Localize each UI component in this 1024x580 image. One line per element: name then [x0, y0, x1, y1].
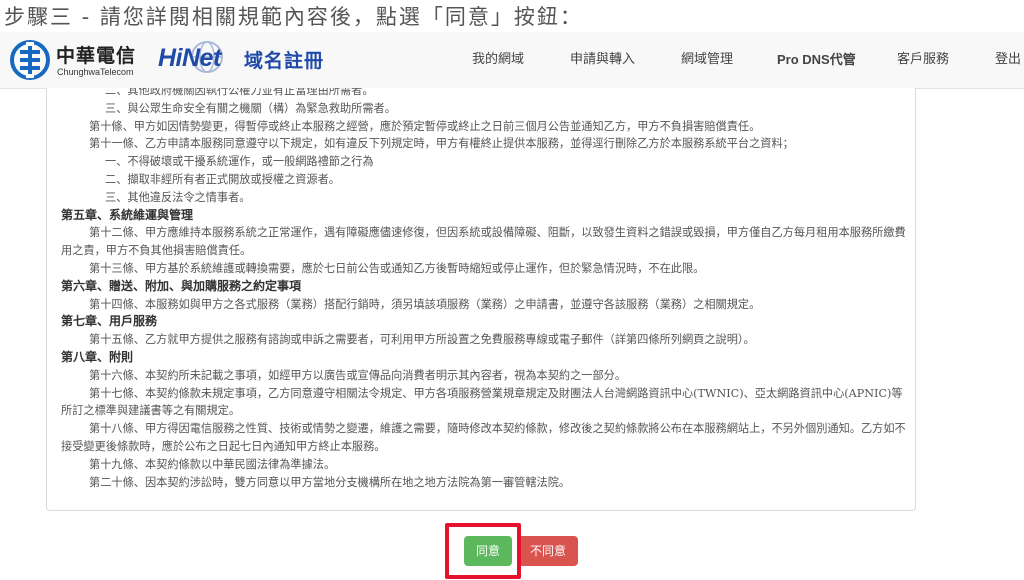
terms-line: 一、不得破壞或干擾系統運作，或一般網路禮節之行為	[105, 155, 374, 169]
terms-line: 二、擷取非經所有者正式開放或授權之資源者。	[105, 172, 340, 186]
terms-content: 二、其他政府機關因執行公權力並有正當理由所需者。 三、與公眾生命安全有關之機關（…	[61, 88, 906, 491]
chapter-heading: 第七章、用戶服務	[61, 314, 158, 329]
nav-my-domains[interactable]: 我的網域	[472, 32, 524, 88]
terms-line: 三、與公眾生命安全有關之機關（構）為緊急救助所需者。	[105, 101, 396, 115]
service-name: 域名註冊	[244, 50, 325, 72]
terms-line: 第十五條、乙方就甲方提供之服務有諮詢或申訴之需要者，可利用甲方所設置之免費服務專…	[89, 333, 755, 347]
terms-panel[interactable]: 二、其他政府機關因執行公權力並有正當理由所需者。 三、與公眾生命安全有關之機關（…	[46, 88, 916, 511]
chunghwa-en-name: ChunghwaTelecom	[57, 67, 134, 77]
nav-pro-dns[interactable]: Pro DNS代管	[777, 32, 856, 88]
agree-highlight-box	[445, 523, 521, 579]
step-instruction: 步驟三 - 請您詳閱相關規範內容後，點選「同意」按鈕：	[4, 5, 583, 29]
terms-line: 第十條、甲方如因情勢變更，得暫停或終止本服務之經營，應於預定暫停或終止之日前三個…	[89, 119, 761, 133]
chapter-heading: 第五章、系統維運與管理	[61, 207, 194, 222]
chunghwa-telecom-mark-icon	[10, 40, 50, 80]
terms-line: 第十三條、甲方基於系統維護或轉換需要，應於七日前公告或通知乙方後暫時縮短或停止運…	[89, 261, 705, 275]
terms-line: 第十一條、乙方申請本服務同意遵守以下規定，如有違反下列規定時，甲方有權終止提供本…	[89, 137, 794, 151]
top-navbar: 中華電信 ChunghwaTelecom HiNet 域名註冊 我的網域 申請與…	[0, 32, 1024, 89]
nav-apply-transfer[interactable]: 申請與轉入	[570, 32, 635, 88]
terms-line: 第十四條、本服務如與甲方之各式服務（業務）搭配行銷時，須另填該項服務（業務）之申…	[89, 297, 761, 311]
terms-line: 第十八條、甲方得因電信服務之性質、技術或情勢之變遷，維護之需要，隨時修改本契約條…	[61, 422, 906, 453]
chapter-heading: 第六章、贈送、附加、與加購服務之約定事項	[61, 278, 302, 293]
chunghwa-telecom-logo[interactable]: 中華電信 ChunghwaTelecom	[10, 38, 150, 82]
terms-line: 第十七條、本契約條款未規定事項，乙方同意遵守相關法令規定、甲方各項服務營業規章規…	[61, 386, 903, 418]
terms-line: 第二十條、因本契約涉訟時，雙方同意以甲方當地分支機構所在地之地方法院為第一審管轄…	[89, 475, 571, 489]
nav-customer-service[interactable]: 客戶服務	[897, 32, 949, 88]
nav-logout[interactable]: 登出	[995, 32, 1021, 88]
terms-line: 三、其他違反法令之情事者。	[105, 190, 251, 204]
chunghwa-name: 中華電信	[56, 45, 137, 67]
terms-line: 第十六條、本契約所未記載之事項，如經甲方以廣告或宣傳品向消費者明示其內容者，視為…	[89, 368, 627, 382]
nav-domain-management[interactable]: 網域管理	[681, 32, 733, 88]
terms-line: 第十九條、本契約條款以中華民國法律為準據法。	[89, 457, 336, 471]
hinet-wordmark: HiNet	[158, 44, 221, 72]
hinet-domain-logo[interactable]: HiNet 域名註冊	[158, 40, 328, 80]
terms-line: 第十二條、甲方應維持本服務系統之正常運作，遇有障礙應儘速修復，但因系統或設備障礙…	[61, 226, 906, 258]
chapter-heading: 第八章、附則	[61, 349, 134, 364]
terms-line: 二、其他政府機關因執行公權力並有正當理由所需者。	[105, 88, 374, 97]
disagree-button[interactable]: 不同意	[518, 536, 578, 566]
